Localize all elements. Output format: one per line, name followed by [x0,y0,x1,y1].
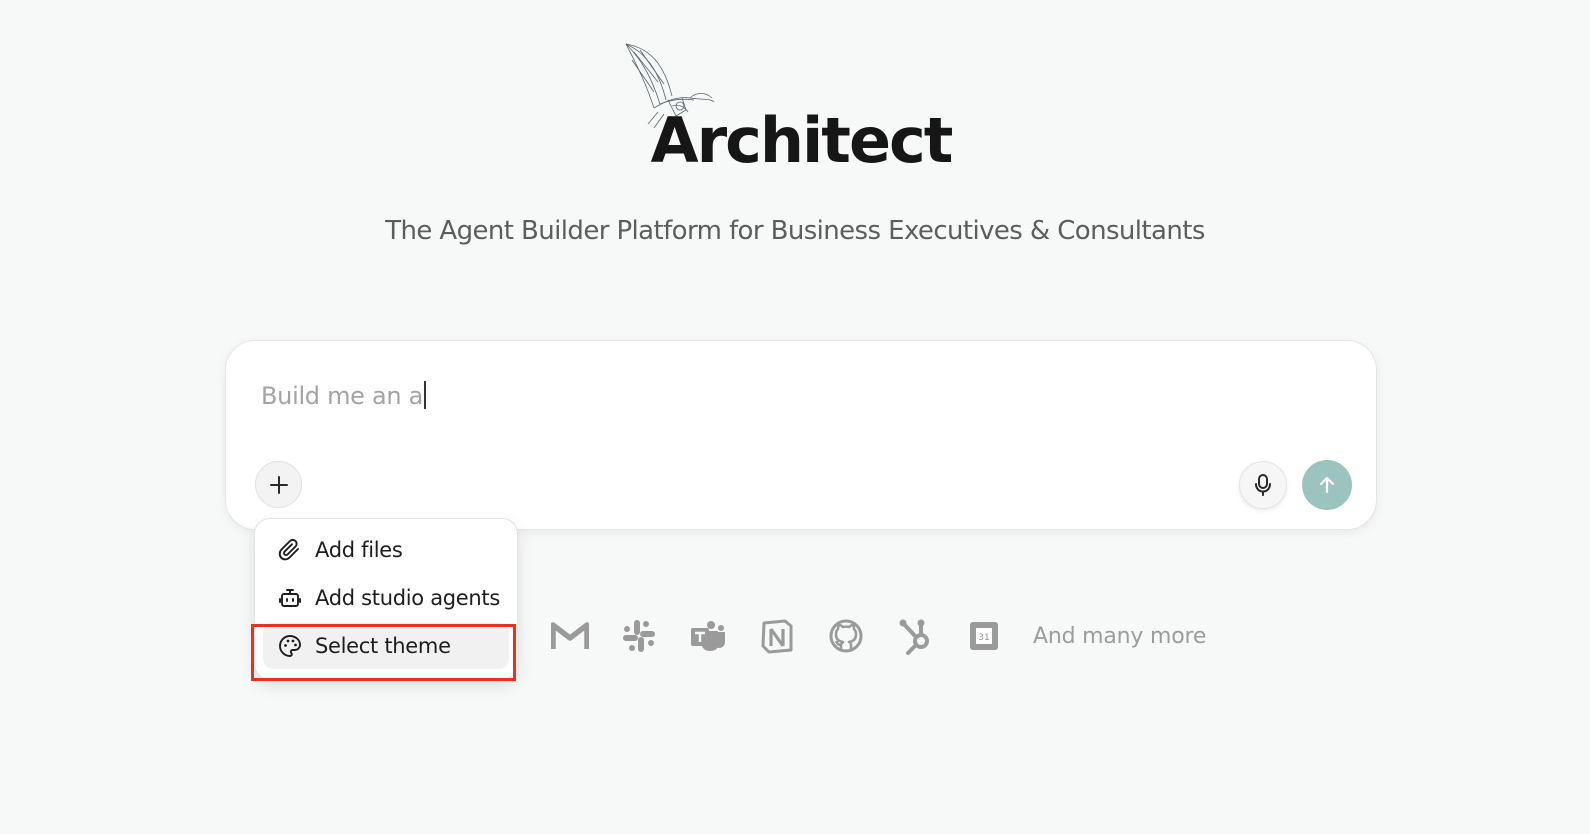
add-attachment-button[interactable] [255,461,302,508]
notion-icon [757,616,797,656]
menu-item-label: Add studio agents [315,586,501,610]
menu-item-add-studio-agents[interactable]: Add studio agents [263,575,509,621]
page-subtitle: The Agent Builder Platform for Business … [385,216,1205,246]
github-icon [826,616,866,656]
text-caret [424,381,426,409]
more-integrations-label: And many more [1033,623,1207,649]
send-button[interactable] [1302,460,1352,510]
menu-item-add-files[interactable]: Add files [263,527,509,573]
paperclip-icon [277,537,303,563]
microphone-icon [1255,474,1271,496]
integrations-row: h [500,616,1206,656]
plus-icon [269,475,288,494]
selection-highlight [251,624,516,681]
robot-icon [277,585,303,611]
calendar-icon: 31 [964,616,1004,656]
prompt-input[interactable]: Build me an a [261,381,426,410]
teams-icon [688,616,728,656]
calendar-day: 31 [978,633,989,643]
voice-input-button[interactable] [1239,461,1287,509]
gmail-icon [550,616,590,656]
prompt-input-text: Build me an a [261,382,424,410]
slack-icon [619,616,659,656]
menu-item-label: Add files [315,538,403,562]
prompt-composer: Build me an a [225,340,1377,530]
app-title: Architect [650,104,954,177]
hubspot-icon [895,616,935,656]
arrow-up-icon [1319,476,1335,494]
